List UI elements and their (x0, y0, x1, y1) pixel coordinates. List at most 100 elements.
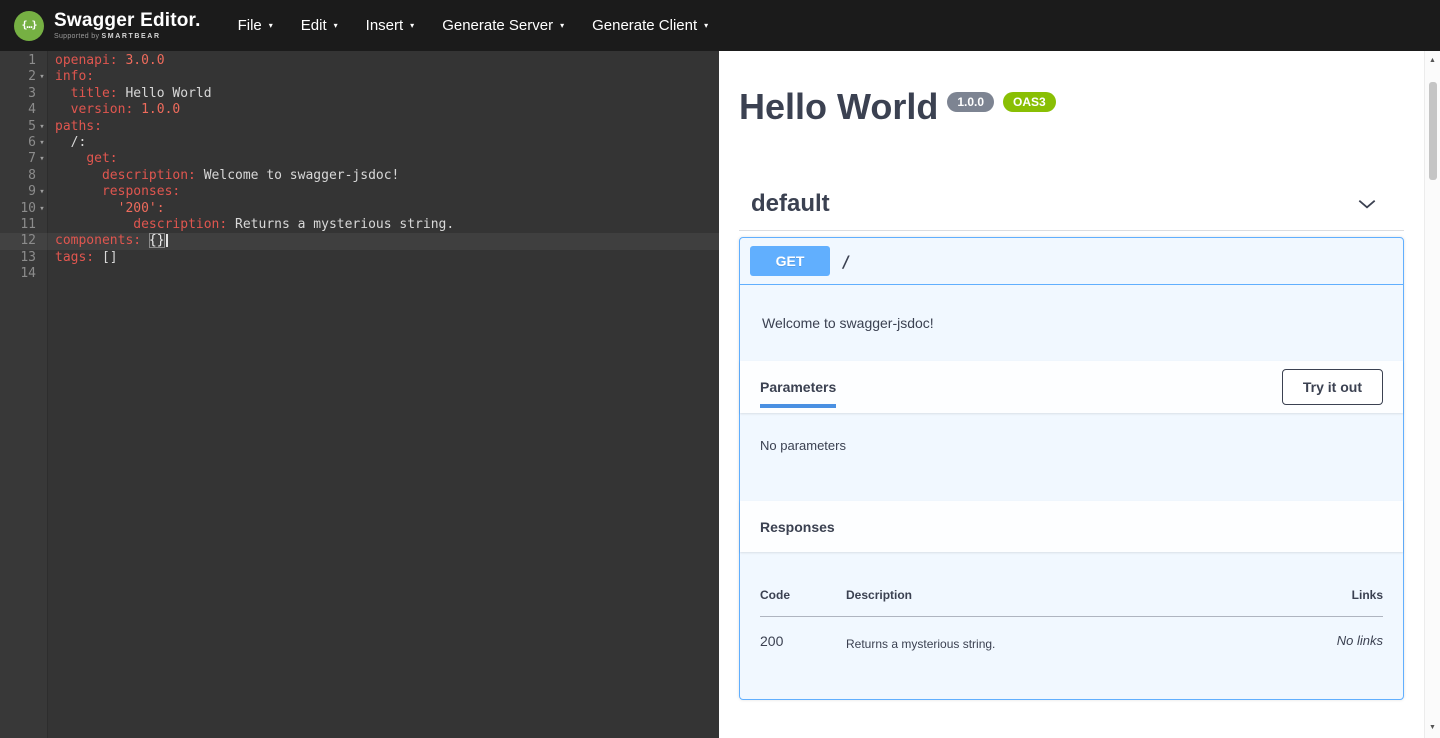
code-line[interactable]: 9▾ responses: (0, 184, 719, 200)
code-token: responses: (102, 184, 180, 199)
response-code: 200 (760, 617, 846, 678)
swagger-logo-icon: {…} (14, 11, 44, 41)
menu-generate-client-label: Generate Client (592, 17, 697, 34)
tagline-brand: SMARTBEAR (102, 33, 161, 40)
opblock-summary[interactable]: GET / (740, 238, 1403, 285)
tab-parameters-label: Parameters (760, 379, 836, 395)
menu-generate-server-label: Generate Server (442, 17, 553, 34)
code-line[interactable]: 1openapi: 3.0.0 (0, 53, 719, 69)
code-token: '200': (118, 201, 165, 216)
brand-text: Swagger Editor. Supported by SMARTBEAR (54, 11, 201, 40)
code-token (55, 201, 118, 216)
oas3-badge: OAS3 (1003, 92, 1056, 112)
code-line[interactable]: 5▾ paths: (0, 119, 719, 135)
fold-arrow-icon[interactable]: ▾ (36, 151, 48, 167)
code-token: description: (133, 217, 227, 232)
code-token: Returns a mysterious string. (227, 217, 454, 232)
code-token (55, 102, 71, 117)
chevron-down-icon[interactable] (1356, 193, 1378, 215)
code-token: get: (86, 151, 117, 166)
menu-file[interactable]: File ▾ (225, 8, 286, 43)
scroll-down-arrow-icon[interactable]: ▼ (1425, 721, 1440, 735)
code-token: 3.0.0 (125, 53, 164, 68)
code-token (55, 168, 102, 183)
line-number: 13 (0, 250, 48, 266)
code-token (141, 233, 149, 248)
menu-bar: File ▾ Edit ▾ Insert ▾ Generate Server ▾… (225, 8, 722, 43)
scroll-up-arrow-icon[interactable]: ▲ (1425, 54, 1440, 68)
fold-arrow-icon[interactable]: ▾ (36, 69, 48, 85)
code-token (55, 184, 102, 199)
menu-edit-label: Edit (301, 17, 327, 34)
yaml-code-editor[interactable]: 1openapi: 3.0.02▾info:3 title: Hello Wor… (0, 51, 719, 738)
code-line[interactable]: 6▾ /: (0, 135, 719, 151)
col-description: Description (846, 572, 1256, 617)
swagger-ui-preview: Hello World 1.0.0 OAS3 default GET / Wel… (719, 51, 1440, 738)
code-token: tags: (55, 250, 94, 265)
main-split: 1openapi: 3.0.02▾info:3 title: Hello Wor… (0, 51, 1440, 738)
code-line[interactable]: 8 description: Welcome to swagger-jsdoc! (0, 168, 719, 184)
line-number: 1 (0, 53, 48, 69)
code-token: Hello World (118, 86, 212, 101)
line-number: 10▾ (0, 201, 48, 217)
api-title-text: Hello World (739, 89, 938, 125)
text-cursor (166, 234, 168, 247)
code-line[interactable]: 13tags: [] (0, 250, 719, 266)
caret-down-icon: ▾ (560, 22, 564, 30)
line-number: 4 (0, 102, 48, 118)
preview-scrollbar[interactable]: ▲ ▼ (1424, 51, 1440, 738)
menu-edit[interactable]: Edit ▾ (288, 8, 351, 43)
code-token: Welcome to swagger-jsdoc! (196, 168, 400, 183)
brand-tagline: Supported by SMARTBEAR (54, 33, 201, 40)
caret-down-icon: ▾ (269, 22, 273, 30)
line-number: 5▾ (0, 119, 48, 135)
fold-arrow-icon[interactable]: ▾ (36, 135, 48, 151)
line-number: 2▾ (0, 69, 48, 85)
caret-down-icon: ▾ (410, 22, 414, 30)
line-number: 7▾ (0, 151, 48, 167)
col-code: Code (760, 572, 846, 617)
code-line[interactable]: 10▾ '200': (0, 201, 719, 217)
responses-table-header-row: Code Description Links (760, 572, 1383, 617)
line-number: 14 (0, 266, 48, 282)
code-token: paths: (55, 119, 102, 134)
responses-title: Responses (760, 519, 835, 535)
menu-generate-client[interactable]: Generate Client ▾ (579, 8, 721, 43)
operation-path: / (841, 252, 851, 271)
table-row: 200 Returns a mysterious string. No link… (760, 617, 1383, 678)
fold-arrow-icon[interactable]: ▾ (36, 184, 48, 200)
line-number: 11 (0, 217, 48, 233)
line-number: 9▾ (0, 184, 48, 200)
code-token: components: (55, 233, 141, 248)
tab-parameters[interactable]: Parameters (760, 379, 836, 395)
response-description: Returns a mysterious string. (846, 617, 1256, 678)
code-token (55, 86, 71, 101)
code-line[interactable]: 4 version: 1.0.0 (0, 102, 719, 118)
code-line[interactable]: 7▾ get: (0, 151, 719, 167)
try-it-out-button[interactable]: Try it out (1282, 369, 1383, 405)
code-token: version: (71, 102, 134, 117)
tag-section-default[interactable]: default (739, 180, 1404, 231)
fold-arrow-icon[interactable]: ▾ (36, 201, 48, 217)
opblock-get: GET / Welcome to swagger-jsdoc! Paramete… (739, 237, 1404, 700)
scrollbar-thumb[interactable] (1429, 82, 1437, 180)
code-line[interactable]: 3 title: Hello World (0, 86, 719, 102)
brand[interactable]: {…} Swagger Editor. Supported by SMARTBE… (0, 11, 225, 41)
menu-insert-label: Insert (366, 17, 404, 34)
brand-title: Swagger Editor. (54, 11, 201, 31)
code-token: {} (149, 233, 165, 248)
line-number: 6▾ (0, 135, 48, 151)
code-token: /: (55, 135, 86, 150)
code-line[interactable]: 11 description: Returns a mysterious str… (0, 217, 719, 233)
code-line[interactable]: 14 (0, 266, 719, 282)
tagline-prefix: Supported by (54, 33, 102, 40)
response-links: No links (1256, 617, 1383, 678)
menu-generate-server[interactable]: Generate Server ▾ (429, 8, 577, 43)
code-line[interactable]: 12components: {} (0, 233, 719, 249)
code-token (133, 102, 141, 117)
fold-arrow-icon[interactable]: ▾ (36, 119, 48, 135)
menu-insert[interactable]: Insert ▾ (353, 8, 428, 43)
code-line[interactable]: 2▾info: (0, 69, 719, 85)
api-info: Hello World 1.0.0 OAS3 (739, 89, 1404, 125)
code-token: title: (71, 86, 118, 101)
